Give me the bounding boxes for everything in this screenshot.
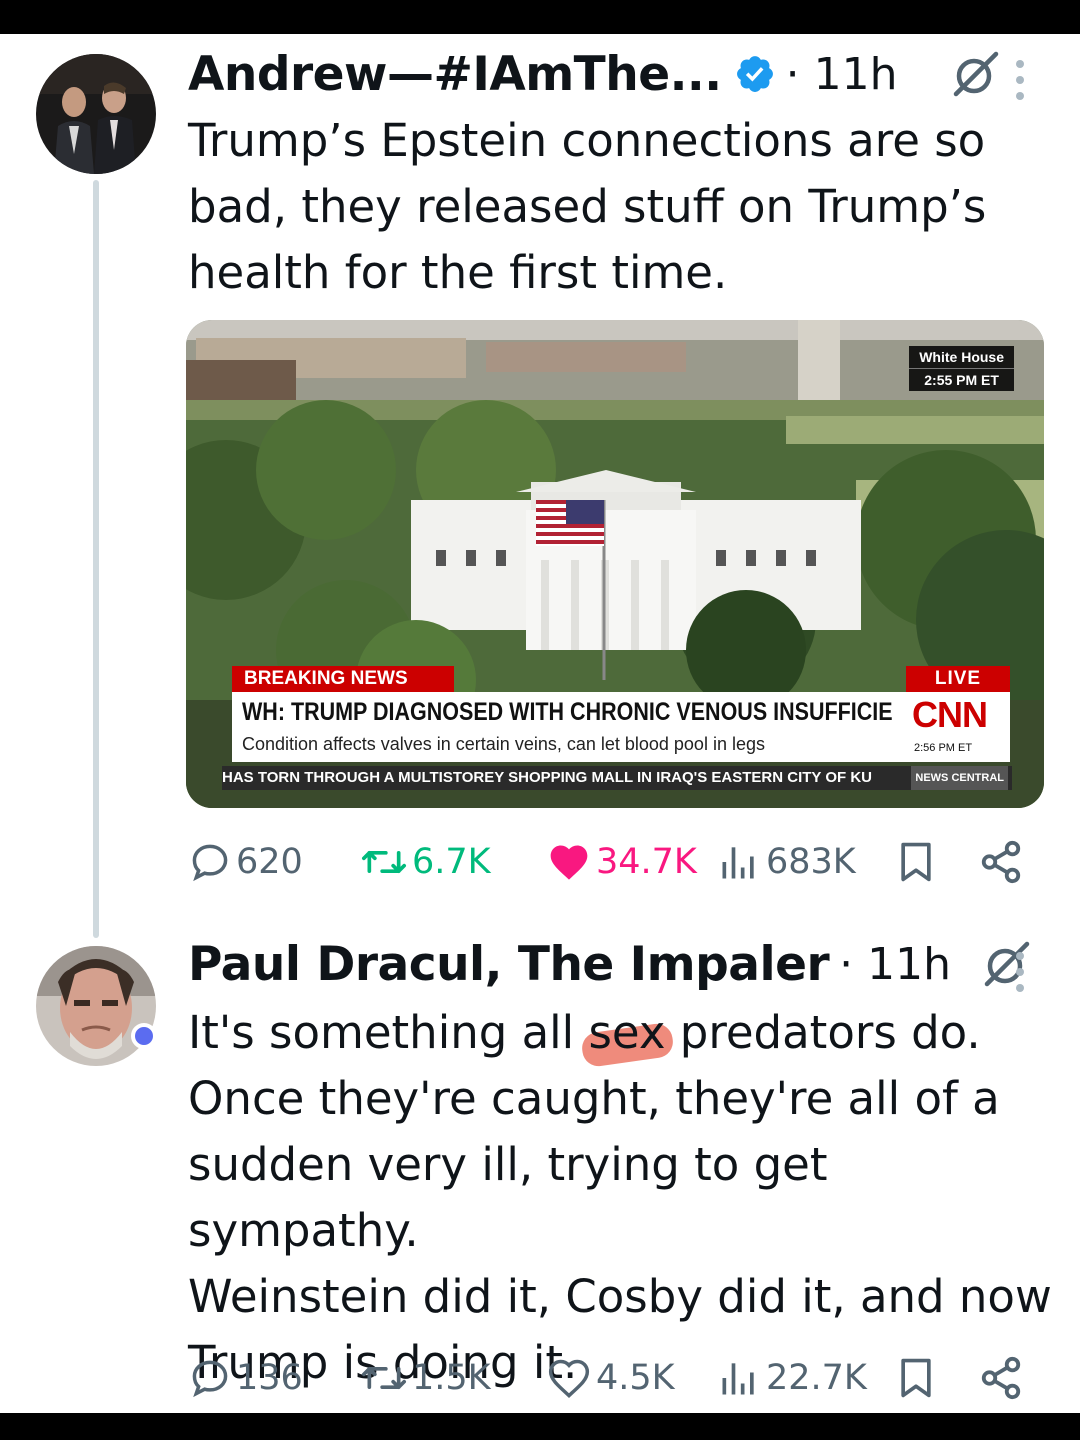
views-icon: [722, 1363, 754, 1395]
like-icon: [550, 845, 588, 880]
repost-icon: [362, 851, 406, 873]
location-bug: White House 2:55 PM ET: [909, 346, 1014, 391]
author-name[interactable]: Andrew—#IAmThe...: [188, 47, 722, 102]
navigation-bar: [0, 1413, 1080, 1440]
repost-icon: [362, 1367, 406, 1389]
status-dot: [131, 1023, 157, 1049]
repost-count: 1.5K: [412, 1358, 491, 1398]
reply-button[interactable]: 620: [188, 832, 303, 892]
author-name[interactable]: Paul Dracul, The Impaler: [188, 937, 830, 992]
reply-button[interactable]: 136: [188, 1348, 303, 1408]
action-bar: 136 1.5K 4.5K 22.7K: [188, 1348, 1028, 1408]
bug-time: 2:55 PM ET: [924, 372, 999, 388]
breaking-news-label: BREAKING NEWS: [232, 666, 454, 692]
chyron-headline: WH: TRUMP DIAGNOSED WITH CHRONIC VENOUS …: [242, 698, 938, 726]
thread-connector: [93, 180, 99, 938]
tweet-text-rest: predators do. Once they're caught, they'…: [188, 1006, 1052, 1389]
share-icon: [981, 1356, 1021, 1400]
network-time: 2:56 PM ET: [914, 742, 973, 754]
tweet-text-start: It's something all: [188, 1006, 589, 1059]
like-button[interactable]: 34.7K: [546, 832, 697, 892]
timestamp[interactable]: · 11h: [839, 939, 951, 990]
avatar[interactable]: [36, 54, 156, 174]
reply-count: 620: [236, 842, 303, 882]
more-icon[interactable]: [1012, 58, 1028, 102]
share-icon: [981, 840, 1021, 884]
ticker-badge: NEWS CENTRAL: [911, 766, 1008, 790]
reply-icon: [192, 844, 228, 882]
chyron: WH: TRUMP DIAGNOSED WITH CHRONIC VENOUS …: [232, 692, 938, 762]
view-count: 683K: [766, 842, 856, 882]
views-button[interactable]: 683K: [716, 832, 856, 892]
tweet-text: Trump’s Epstein connections are so bad, …: [188, 114, 987, 299]
chyron-subline: Condition affects valves in certain vein…: [242, 734, 765, 754]
reply-count: 136: [236, 1358, 303, 1398]
tweet-header: Andrew—#IAmThe... · 11h: [188, 44, 1002, 104]
cnn-logo: CNN: [912, 694, 988, 735]
like-count: 34.7K: [596, 842, 697, 882]
views-icon: [722, 847, 754, 879]
share-button[interactable]: [978, 1348, 1028, 1408]
ticker-text: HAS TORN THROUGH A MULTISTOREY SHOPPING …: [222, 769, 872, 786]
grok-icon[interactable]: [950, 48, 1002, 100]
status-bar: [0, 0, 1080, 34]
bookmark-button[interactable]: [894, 832, 942, 892]
location-label: White House: [909, 346, 1014, 369]
tweet-media[interactable]: White House 2:55 PM ET BREAKING NEWS LIV…: [186, 320, 1044, 808]
like-count: 4.5K: [596, 1358, 675, 1398]
network-logo-box: CNN 2:56 PM ET: [894, 692, 1010, 762]
like-icon: [548, 1359, 590, 1398]
bookmark-icon: [901, 842, 931, 882]
live-label: LIVE: [906, 666, 1010, 692]
views-button[interactable]: 22.7K: [716, 1348, 867, 1408]
news-ticker: HAS TORN THROUGH A MULTISTOREY SHOPPING …: [222, 766, 1012, 790]
share-button[interactable]: [978, 832, 1028, 892]
bookmark-button[interactable]: [894, 1348, 942, 1408]
tweet-header: Paul Dracul, The Impaler · 11h: [188, 934, 1033, 994]
verified-badge-icon: [734, 53, 776, 95]
repost-count: 6.7K: [412, 842, 491, 882]
repost-button[interactable]: 1.5K: [360, 1348, 491, 1408]
repost-button[interactable]: 6.7K: [360, 832, 491, 892]
action-bar: 620 6.7K 34.7K 683K: [188, 832, 1028, 892]
reply-icon: [192, 1360, 228, 1398]
tweet-text: It's something all sex predators do. Onc…: [188, 1000, 1058, 1396]
more-icon[interactable]: [1012, 950, 1028, 994]
highlighted-word: sex: [588, 1006, 666, 1059]
view-count: 22.7K: [766, 1358, 867, 1398]
bookmark-icon: [901, 1358, 931, 1398]
like-button[interactable]: 4.5K: [546, 1348, 675, 1408]
timestamp[interactable]: · 11h: [786, 49, 898, 100]
